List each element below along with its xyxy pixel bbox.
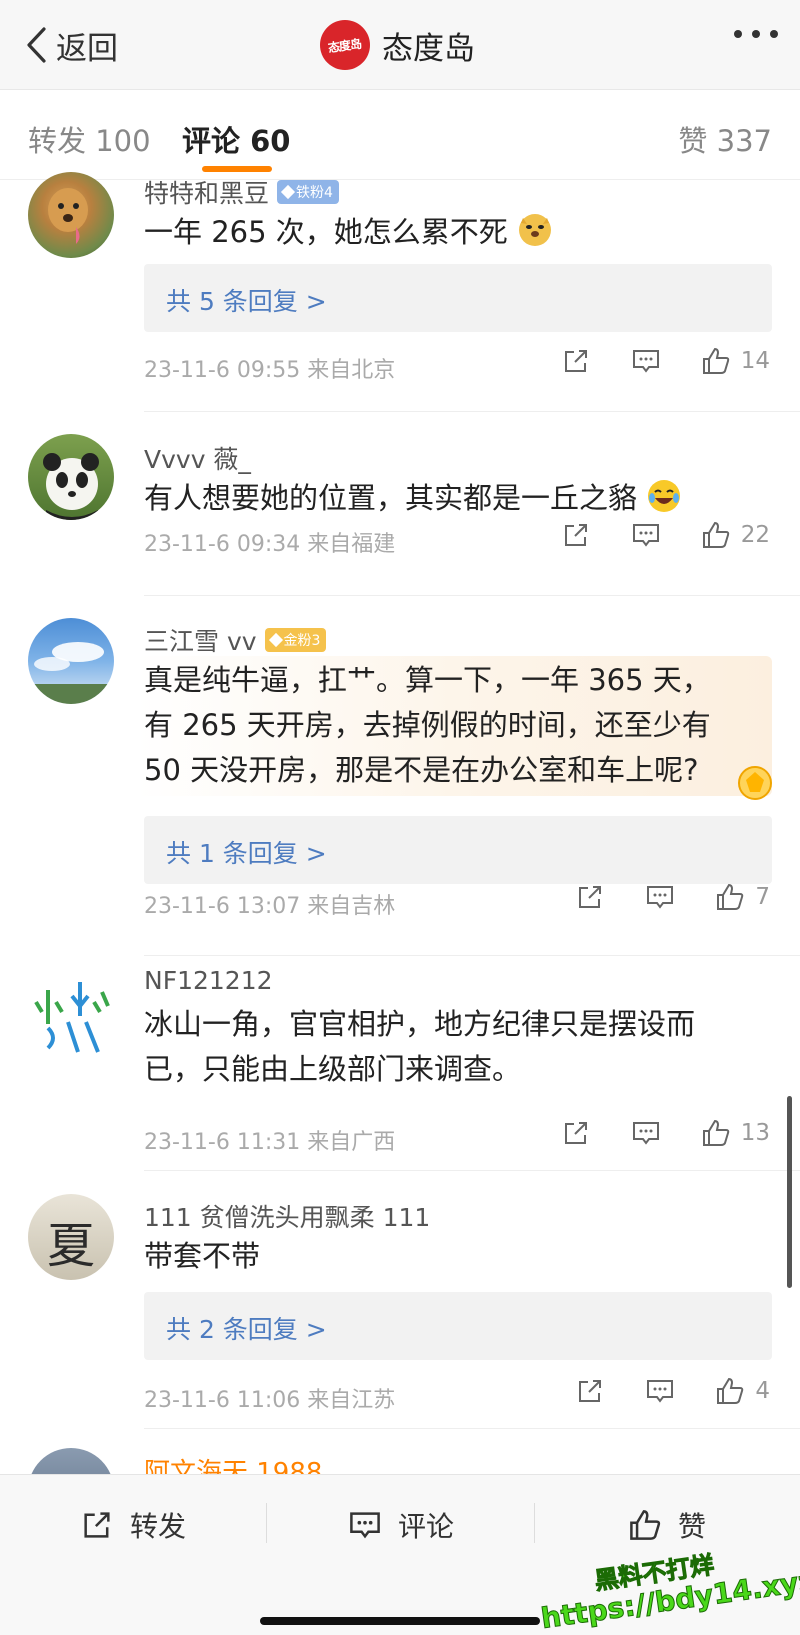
laugh-cry-emoji-icon — [648, 480, 681, 512]
fan-badge: 金粉3 — [264, 628, 327, 652]
comment-actions: 7 — [555, 882, 770, 912]
reply-button[interactable] — [625, 882, 695, 912]
share-icon — [564, 350, 587, 372]
share-icon — [579, 886, 602, 908]
share-icon — [564, 524, 587, 546]
share-button[interactable] — [541, 346, 611, 376]
page-title: 态度岛 — [382, 30, 475, 67]
comment-meta: 23-11-6 09:55 来自北京 — [144, 358, 396, 383]
like-button[interactable]: 14 — [681, 346, 770, 376]
like-button[interactable]: 7 — [695, 882, 770, 912]
like-button[interactable]: 赞 — [628, 1503, 706, 1547]
comment-meta: 23-11-6 09:34 来自福建 — [144, 532, 396, 557]
comment-actions: 14 — [541, 346, 770, 376]
more-dot-icon — [752, 30, 760, 38]
comment-icon — [632, 350, 659, 373]
comment-icon — [647, 1380, 674, 1403]
thumbs-up-icon — [717, 883, 744, 910]
reply-button[interactable] — [625, 1376, 695, 1406]
avatar[interactable]: 夏 — [28, 1194, 114, 1280]
share-button[interactable] — [541, 1118, 611, 1148]
comment-icon — [350, 1512, 380, 1539]
doge-emoji-icon — [519, 214, 552, 246]
home-indicator[interactable] — [260, 1617, 540, 1625]
back-button[interactable]: 返回 — [24, 22, 118, 68]
tab-comment[interactable]: 评论 60 — [182, 118, 290, 160]
bottom-action-bar: 转发 评论 赞 黑料不打烊 https://bdy14.xyz — [0, 1474, 800, 1635]
scrollbar[interactable] — [787, 1096, 792, 1288]
divider — [266, 1503, 267, 1543]
like-button[interactable]: 4 — [695, 1376, 770, 1406]
share-button[interactable] — [555, 882, 625, 912]
thumbs-up-icon — [717, 1377, 744, 1404]
share-icon — [564, 1122, 587, 1144]
comment-text: 冰山一角，官官相护，地方纪律只是摆设而 已，只能由上级部门来调查。 — [144, 1007, 696, 1086]
thumbs-up-icon — [702, 1119, 729, 1146]
reply-summary[interactable]: 共 1 条回复 > — [144, 816, 772, 884]
reply-button[interactable] — [611, 346, 681, 376]
comment-username[interactable]: NF121212 — [144, 966, 273, 995]
comment-text: 带套不带 — [144, 1239, 261, 1273]
back-label: 返回 — [56, 30, 118, 67]
thumbs-up-icon — [702, 521, 729, 548]
comment-actions: 4 — [555, 1376, 770, 1406]
avatar[interactable] — [28, 172, 114, 258]
tab-repost[interactable]: 转发 100 — [28, 118, 151, 160]
account-logo: 态度岛 — [320, 20, 370, 70]
comment-actions: 13 — [541, 1118, 770, 1148]
divider — [144, 1170, 800, 1171]
more-dot-icon — [734, 30, 742, 38]
comment-username[interactable]: 特特和黑豆 铁粉4 — [144, 174, 339, 210]
avatar[interactable] — [28, 434, 114, 520]
more-dot-icon — [770, 30, 778, 38]
diamond-icon — [280, 184, 296, 200]
share-button[interactable] — [555, 1376, 625, 1406]
divider — [144, 595, 800, 596]
reply-summary[interactable]: 共 2 条回复 > — [144, 1292, 772, 1360]
repost-button[interactable]: 转发 — [80, 1503, 186, 1547]
comment-actions: 22 — [541, 520, 770, 550]
golden-award-icon — [738, 766, 772, 800]
avatar[interactable] — [28, 972, 114, 1058]
like-button[interactable]: 13 — [681, 1118, 770, 1148]
reply-summary[interactable]: 共 5 条回复 > — [144, 264, 772, 332]
comment-icon — [632, 1122, 659, 1145]
like-button[interactable]: 22 — [681, 520, 770, 550]
share-icon — [579, 1380, 602, 1402]
divider — [534, 1503, 535, 1543]
share-button[interactable] — [541, 520, 611, 550]
divider — [144, 955, 800, 956]
comment-username[interactable]: 三江雪 vv 金粉3 — [144, 622, 327, 658]
comment-text: 一年 265 次，她怎么累不死 — [144, 210, 764, 255]
thumbs-up-icon — [702, 347, 729, 374]
comment-text: 真是纯牛逼，扛艹。算一下，一年 365 天， 有 265 天开房，去掉例假的时间… — [144, 663, 711, 787]
comment-button[interactable]: 评论 — [348, 1503, 454, 1547]
comment-icon — [632, 524, 659, 547]
tab-like[interactable]: 赞 337 — [678, 118, 772, 160]
comment-username[interactable]: Vvvv 薇_ — [144, 440, 251, 476]
avatar[interactable] — [28, 618, 114, 704]
comment-meta: 23-11-6 13:07 来自吉林 — [144, 894, 396, 919]
top-bar: 返回 态度岛 态度岛 — [0, 0, 800, 90]
reply-button[interactable] — [611, 520, 681, 550]
chevron-left-icon — [27, 27, 46, 63]
comment-meta: 23-11-6 11:31 来自广西 — [144, 1130, 396, 1155]
comment-icon — [647, 886, 674, 909]
thumbs-up-icon — [630, 1510, 661, 1540]
crown-icon — [268, 632, 283, 648]
reply-button[interactable] — [611, 1118, 681, 1148]
comment-meta: 23-11-6 11:06 来自江苏 — [144, 1388, 396, 1413]
account-title[interactable]: 态度岛 态度岛 — [320, 20, 475, 70]
divider — [144, 1428, 800, 1429]
tab-active-indicator — [202, 166, 272, 172]
more-button[interactable] — [734, 30, 778, 38]
tab-bar: 转发 100 评论 60 赞 337 — [0, 90, 800, 180]
comment-username[interactable]: 111 贫僧洗头用飘柔 111 — [144, 1198, 430, 1234]
share-icon — [84, 1512, 110, 1538]
divider — [144, 411, 800, 412]
fan-badge: 铁粉4 — [277, 180, 339, 204]
comment-text: 有人想要她的位置，其实都是一丘之貉 — [144, 476, 764, 521]
